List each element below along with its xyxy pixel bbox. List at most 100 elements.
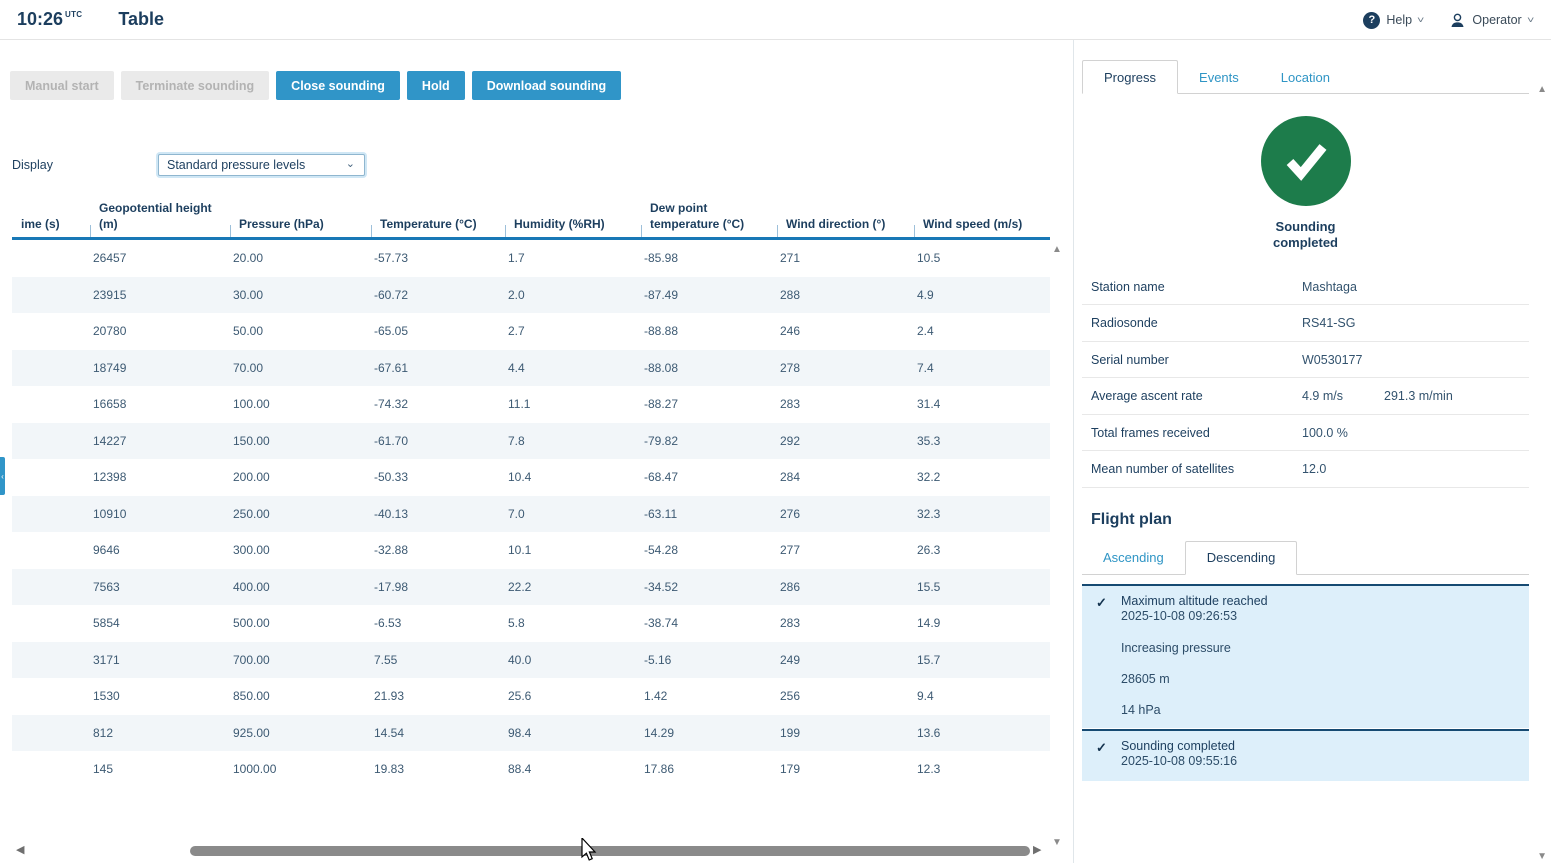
column-header: Temperature (°C) (371, 195, 505, 238)
table-scroll-down-arrow[interactable]: ▼ (1052, 838, 1062, 848)
table-row[interactable]: 23915 30.00 -60.72 2.0 -87.49 288 4.9 (12, 276, 1050, 314)
table-cell: 11.1 (508, 397, 531, 412)
table-cell (12, 313, 90, 350)
tab-location[interactable]: Location (1260, 60, 1351, 94)
info-row: Mean number of satellites 12.0 (1082, 451, 1529, 488)
table-cell: 5.8 (508, 616, 525, 631)
table-row[interactable]: 9646 300.00 -32.88 10.1 -54.28 277 26.3 (12, 532, 1050, 569)
flight-plan-tab-ascending[interactable]: Ascending (1082, 541, 1185, 575)
terminate-sounding-button: Terminate sounding (120, 71, 270, 100)
info-row: Station name Mashtaga (1082, 269, 1529, 305)
table-cell: 98.4 (508, 725, 532, 740)
table-row[interactable]: 812 925.00 14.54 98.4 14.29 199 13.6 (12, 714, 1050, 752)
table-cell: 50.00 (233, 324, 264, 339)
table-cell: 26.3 (917, 543, 941, 558)
table-row[interactable]: 20780 50.00 -65.05 2.7 -88.88 246 2.4 (12, 313, 1050, 350)
table-cell: 925.00 (233, 725, 270, 740)
table-cell: 7.4 (917, 360, 934, 375)
table-cell: 276 (780, 506, 801, 521)
flight-plan-event[interactable]: ✓ Sounding completed 2025-10-08 09:55:16 (1082, 729, 1529, 781)
table-cell: 14.29 (644, 725, 675, 740)
hscroll-right-arrow[interactable]: ▶ (1033, 845, 1041, 856)
table-cell: -61.70 (374, 433, 409, 448)
table-cell: 300.00 (233, 543, 270, 558)
table-cell: 9646 (93, 543, 120, 558)
info-value: 12.0 (1302, 462, 1327, 476)
table-cell: 100.00 (233, 397, 270, 412)
download-sounding-button[interactable]: Download sounding (471, 71, 622, 100)
table-cell: 812 (93, 725, 114, 740)
info-label: Station name (1091, 279, 1165, 294)
tab-events[interactable]: Events (1178, 60, 1260, 94)
table-cell: 40.0 (508, 652, 532, 667)
table-row[interactable]: 7563 400.00 -17.98 22.2 -34.52 286 15.5 (12, 568, 1050, 606)
table-cell: 2.7 (508, 324, 525, 339)
operator-menu[interactable]: Operator ˅ (1449, 12, 1535, 29)
table-row[interactable]: 5854 500.00 -6.53 5.8 -38.74 283 14.9 (12, 605, 1050, 642)
table-row[interactable]: 14227 150.00 -61.70 7.8 -79.82 292 35.3 (12, 422, 1050, 460)
info-value: RS41-SG (1302, 316, 1356, 330)
table-cell: -32.88 (374, 543, 409, 558)
table-cell: -87.49 (644, 287, 679, 302)
table-cell: 246 (780, 324, 801, 339)
table-cell: -88.27 (644, 397, 679, 412)
table-cell: -67.61 (374, 360, 409, 375)
status-label: Sounding completed (1272, 219, 1338, 251)
panel-scroll-up-arrow[interactable]: ▲ (1537, 85, 1547, 95)
table-row[interactable]: 18749 70.00 -67.61 4.4 -88.08 278 7.4 (12, 349, 1050, 387)
table-cell: 26457 (93, 251, 127, 266)
table-cell: 277 (780, 543, 801, 558)
table-cell: 2.4 (917, 324, 934, 339)
collapse-handle-icon: ‹ (1, 471, 4, 481)
info-value: W0530177 (1302, 352, 1363, 367)
table-cell: 4.4 (508, 360, 525, 375)
table-cell: 179 (780, 762, 801, 777)
info-value: 100.0 % (1302, 425, 1348, 440)
horizontal-scrollbar-thumb[interactable] (190, 846, 1030, 856)
hscroll-left-arrow[interactable]: ◀ (16, 845, 24, 856)
hold-button[interactable]: Hold (406, 71, 465, 100)
tab-progress[interactable]: Progress (1082, 60, 1179, 94)
table-cell (12, 277, 90, 314)
table-row[interactable]: 145 1000.00 19.83 88.4 17.86 179 12.3 (12, 751, 1050, 788)
table-row[interactable]: 1530 850.00 21.93 25.6 1.42 256 9.4 (12, 678, 1050, 715)
table-cell: 14227 (93, 433, 127, 448)
table-cell: 25.6 (508, 689, 532, 704)
side-panel-expand-handle[interactable]: ‹ (0, 457, 5, 495)
help-menu[interactable]: ? Help ˅ (1363, 11, 1424, 29)
table-cell (12, 496, 90, 533)
chevron-down-icon: ˅ (1526, 15, 1535, 25)
table-row[interactable]: 12398 200.00 -50.33 10.4 -68.47 284 32.2 (12, 459, 1050, 496)
event-title: Maximum altitude reached (1121, 593, 1268, 608)
display-select[interactable]: Standard pressure levels ⌄ (158, 154, 365, 176)
table-cell: 10.4 (508, 470, 532, 485)
table-cell (12, 569, 90, 606)
table-cell (12, 532, 90, 569)
flight-plan-events: ✓ Maximum altitude reached 2025-10-08 09:2… (1082, 583, 1529, 781)
table-cell (12, 423, 90, 460)
table-cell: 16658 (93, 397, 127, 412)
info-value: 4.9 m/s (1302, 389, 1343, 403)
table-cell: -38.74 (644, 616, 679, 631)
flight-plan-event[interactable]: ✓ Maximum altitude reached 2025-10-08 09:2… (1082, 583, 1529, 728)
info-label: Mean number of satellites (1091, 462, 1235, 476)
panel-scroll-down-arrow[interactable]: ▼ (1537, 852, 1547, 862)
table-cell: 4.9 (917, 287, 934, 302)
table-cell: 249 (780, 652, 801, 667)
table-row[interactable]: 3171 700.00 7.55 40.0 -5.16 249 15.7 (12, 641, 1050, 679)
table-row[interactable]: 16658 100.00 -74.32 11.1 -88.27 283 31.4 (12, 386, 1050, 423)
flight-plan-tab-descending[interactable]: Descending (1184, 540, 1298, 575)
table-row[interactable]: 10910 250.00 -40.13 7.0 -63.11 276 32.3 (12, 495, 1050, 533)
display-select-value: Standard pressure levels (167, 158, 306, 172)
table-cell: 21.93 (374, 689, 405, 704)
table-row[interactable]: 26457 20.00 -57.73 1.7 -85.98 271 10.5 (12, 240, 1050, 277)
table-cell: 10.1 (508, 543, 532, 558)
table-cell: -6.53 (374, 616, 402, 631)
table-cell: 20780 (93, 324, 127, 339)
close-sounding-button[interactable]: Close sounding (276, 71, 400, 100)
table-scroll-up-arrow[interactable]: ▲ (1052, 245, 1062, 255)
panel-tabs: Progress Events Location (1082, 60, 1529, 94)
table-cell: 256 (780, 689, 801, 704)
table-cell: 22.2 (508, 579, 532, 594)
table-cell: 12.3 (917, 762, 941, 777)
